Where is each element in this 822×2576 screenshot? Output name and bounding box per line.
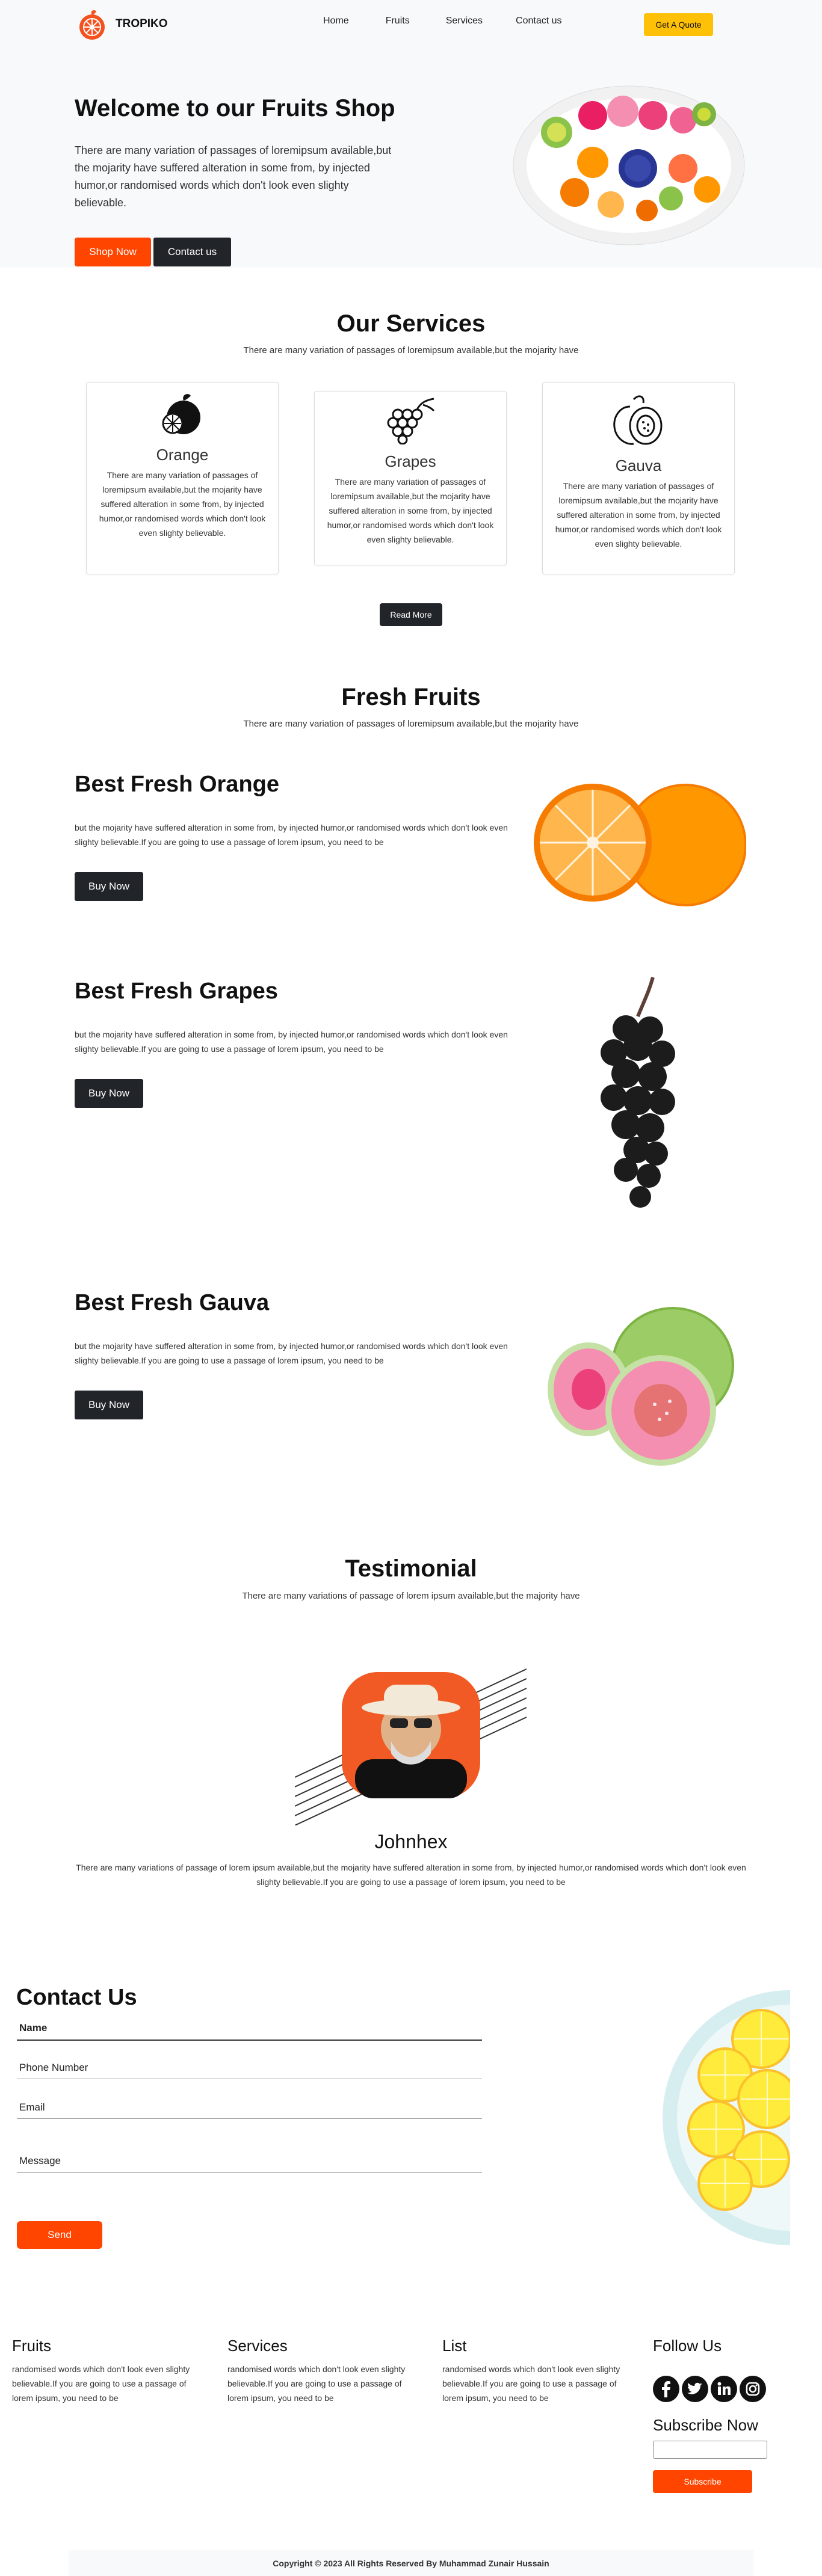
fruit-title-orange: Best Fresh Orange bbox=[75, 772, 279, 797]
fruit-text-grapes: but the mojarity have suffered alteratio… bbox=[75, 1030, 508, 1054]
send-button[interactable]: Send bbox=[17, 2221, 102, 2249]
services-subtitle: There are many variation of passages of … bbox=[243, 345, 579, 355]
message-field[interactable] bbox=[17, 2172, 482, 2173]
service-card-orange: Orange There are many variation of passa… bbox=[86, 382, 279, 574]
fruit-platter-image bbox=[508, 78, 746, 256]
orange-logo-icon bbox=[79, 10, 105, 40]
brand-logo[interactable]: TROPIKO bbox=[75, 7, 168, 41]
nav-link-home[interactable]: Home bbox=[323, 16, 349, 26]
buy-now-orange-button[interactable]: Buy Now bbox=[75, 872, 143, 901]
fruit-title-guava: Best Fresh Gauva bbox=[75, 1290, 270, 1315]
name-field[interactable] bbox=[17, 2040, 482, 2041]
brand-name: TROPIKO bbox=[116, 17, 168, 30]
footer-services-text: randomised words which don't look even s… bbox=[227, 2364, 406, 2403]
testimonial-subtitle: There are many variations of passage of … bbox=[242, 1591, 580, 1601]
nav-link-services[interactable]: Services bbox=[446, 16, 483, 26]
fresh-fruits-subtitle: There are many variation of passages of … bbox=[243, 719, 579, 729]
footer-fruits-title: Fruits bbox=[12, 2337, 51, 2355]
copyright-bar: Copyright © 2023 All Rights Reserved By … bbox=[69, 2550, 753, 2576]
footer-fruits-text: randomised words which don't look even s… bbox=[12, 2364, 190, 2403]
fruit-text-guava: but the mojarity have suffered alteratio… bbox=[75, 1341, 508, 1365]
shop-now-button[interactable]: Shop Now bbox=[75, 238, 151, 266]
lemon-plate-image bbox=[659, 1985, 790, 2251]
get-quote-button[interactable]: Get A Quote bbox=[644, 13, 713, 36]
footer-services-title: Services bbox=[227, 2337, 288, 2355]
guava-fruit-image bbox=[540, 1299, 739, 1477]
hero-title: Welcome to our Fruits Shop bbox=[75, 95, 395, 121]
instagram-icon[interactable] bbox=[740, 2376, 766, 2402]
grapes-icon bbox=[387, 398, 435, 445]
grapes-fruit-image bbox=[578, 974, 698, 1224]
footer-list-title: List bbox=[442, 2337, 467, 2355]
fresh-fruits-title: Fresh Fruits bbox=[341, 684, 481, 710]
read-more-button[interactable]: Read More bbox=[380, 603, 442, 626]
testimonial-avatar bbox=[294, 1651, 527, 1828]
hero-text: There are many variation of passages of … bbox=[75, 144, 392, 209]
buy-now-grapes-button[interactable]: Buy Now bbox=[75, 1079, 143, 1108]
buy-now-guava-button[interactable]: Buy Now bbox=[75, 1391, 143, 1419]
subscribe-email-input[interactable] bbox=[653, 2441, 767, 2459]
email-label: Email bbox=[19, 2101, 45, 2113]
orange-icon bbox=[162, 394, 200, 434]
testimonial-title: Testimonial bbox=[345, 1555, 477, 1582]
social-icons bbox=[653, 2376, 766, 2402]
service-card-text: There are many variation of passages of … bbox=[327, 477, 494, 544]
service-card-title: Orange bbox=[156, 446, 209, 464]
footer-list-text: randomised words which don't look even s… bbox=[442, 2364, 620, 2403]
fruit-title-grapes: Best Fresh Grapes bbox=[75, 979, 278, 1004]
message-label: Message bbox=[19, 2155, 61, 2166]
nav-link-contact[interactable]: Contact us bbox=[516, 16, 561, 26]
follow-us-title: Follow Us bbox=[653, 2337, 722, 2355]
contact-title: Contact Us bbox=[16, 1985, 137, 2010]
nav-links: Home Fruits Services Contact us bbox=[323, 16, 592, 26]
service-card-title: Gauva bbox=[615, 456, 662, 475]
twitter-icon[interactable] bbox=[682, 2376, 708, 2402]
email-field[interactable] bbox=[17, 2118, 482, 2119]
services-title: Our Services bbox=[336, 310, 486, 337]
subscribe-title: Subscribe Now bbox=[653, 2416, 758, 2434]
facebook-icon[interactable] bbox=[653, 2376, 679, 2402]
nav-link-fruits[interactable]: Fruits bbox=[386, 16, 410, 26]
linkedin-icon[interactable] bbox=[711, 2376, 737, 2402]
orange-fruit-image bbox=[533, 779, 747, 914]
guava-icon bbox=[613, 395, 663, 445]
subscribe-button[interactable]: Subscribe bbox=[653, 2470, 752, 2493]
service-card-grapes: Grapes There are many variation of passa… bbox=[314, 391, 507, 565]
testimonial-text: There are many variations of passage of … bbox=[76, 1863, 746, 1887]
contact-us-button[interactable]: Contact us bbox=[153, 238, 231, 266]
service-card-title: Grapes bbox=[385, 452, 436, 470]
service-card-text: There are many variation of passages of … bbox=[555, 481, 722, 549]
testimonial-name: Johnhex bbox=[374, 1831, 448, 1852]
fruit-text-orange: but the mojarity have suffered alteratio… bbox=[75, 823, 508, 847]
service-card-guava: Gauva There are many variation of passag… bbox=[542, 382, 735, 574]
phone-label: Phone Number bbox=[19, 2062, 88, 2073]
name-label: Name bbox=[19, 2022, 48, 2033]
service-card-text: There are many variation of passages of … bbox=[99, 470, 266, 538]
